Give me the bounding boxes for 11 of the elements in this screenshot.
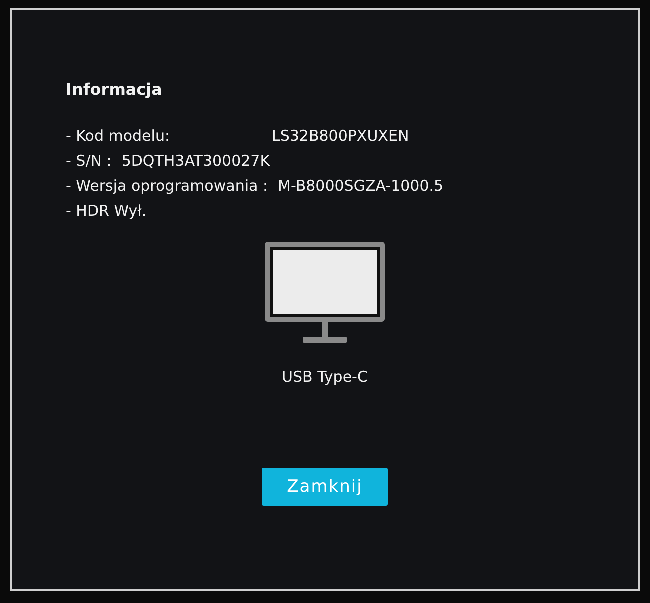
close-button[interactable]: Zamknij [262,468,388,506]
dialog-title: Informacja [66,80,164,99]
info-label: - Kod modelu: [66,127,172,145]
info-value: 5DQTH3AT300027K [122,152,270,170]
source-label: USB Type-C [282,368,368,386]
info-label: - HDR Wył. [66,202,147,220]
monitor-icon [263,240,387,346]
info-label: - S/N : [66,152,112,170]
info-value: LS32B800PXUXEN [272,127,410,145]
info-value: M-B8000SGZA-1000.5 [278,177,444,195]
info-label: - Wersja oprogramowania : [66,177,268,195]
